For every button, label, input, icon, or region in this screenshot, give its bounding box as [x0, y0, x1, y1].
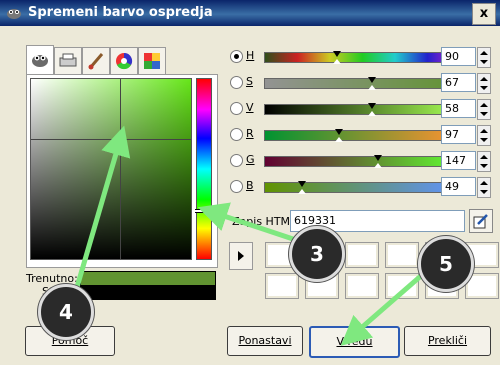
arrow-3 [197, 202, 297, 243]
callout-3: 3 [289, 226, 345, 282]
callout-4: 4 [38, 284, 94, 340]
callout-5: 5 [418, 236, 474, 292]
arrow-5 [340, 266, 432, 346]
arrow-4 [72, 125, 131, 295]
